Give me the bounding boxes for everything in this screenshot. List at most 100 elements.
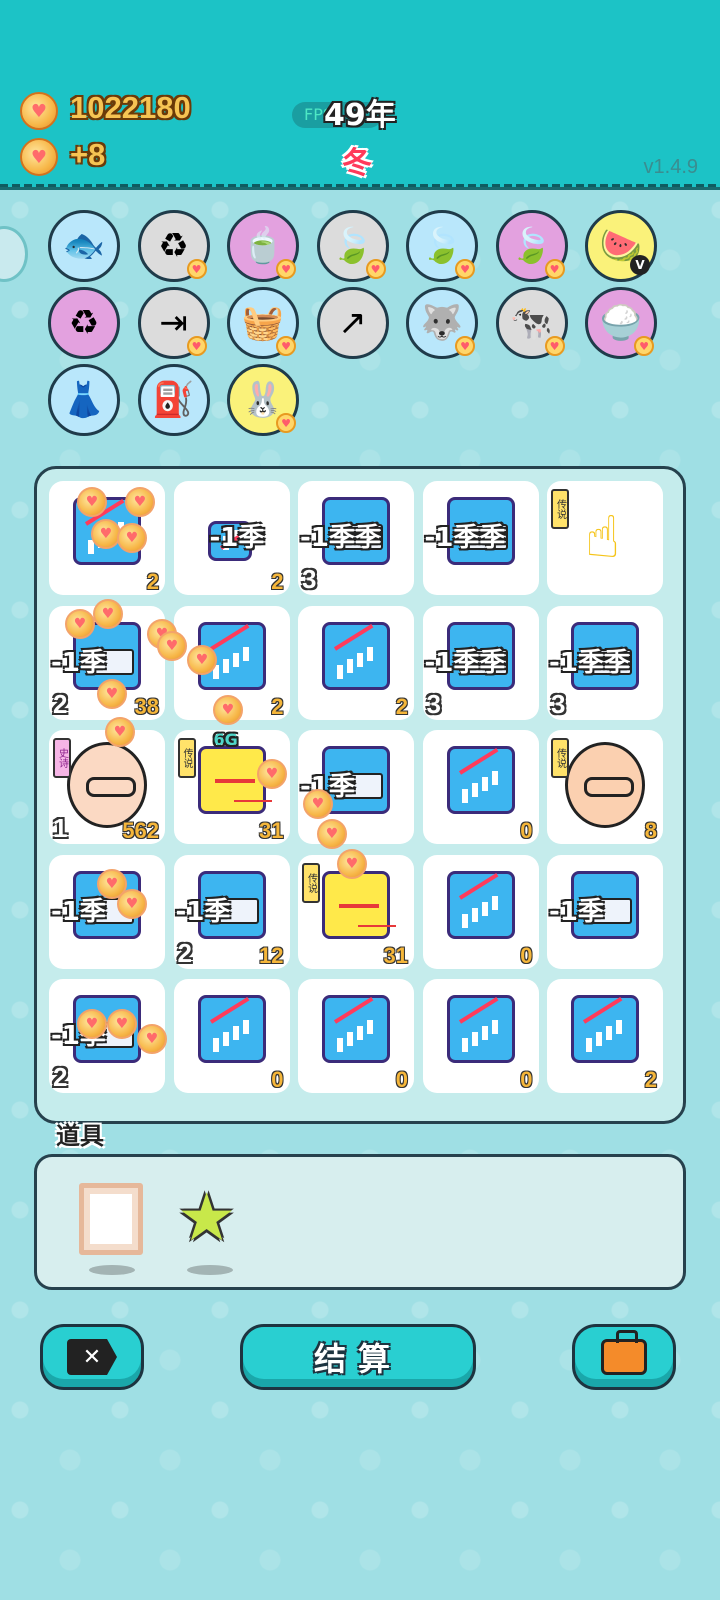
floating-effect-text: -1季 xyxy=(209,523,265,553)
husky-icon[interactable]: 🐺 ♥ xyxy=(406,287,478,359)
header-divider xyxy=(0,184,720,187)
flying-coin-icon: ♥ xyxy=(157,631,187,661)
coin-icon: ♥ xyxy=(20,92,58,130)
flying-coin-icon: ♥ xyxy=(65,609,95,639)
year-label: 49年 xyxy=(324,98,396,133)
flying-coin-icon: ♥ xyxy=(77,1009,107,1039)
flying-coin-icon: ♥ xyxy=(337,849,367,879)
slot-value: 0 xyxy=(520,942,533,968)
pump-icon[interactable]: ⛽ xyxy=(137,364,210,436)
fruit-basket-icon[interactable]: 🍉 V xyxy=(585,210,657,282)
board-slot[interactable]: 0 xyxy=(298,979,414,1093)
flying-coin-icon: ♥ xyxy=(117,889,147,919)
flying-coin-icon: ♥ xyxy=(137,1024,167,1054)
board-slot[interactable]: 0 xyxy=(173,979,290,1093)
flying-coin-icon: ♥ xyxy=(77,487,107,517)
slot-value: 562 xyxy=(122,818,159,843)
slot-value: 0 xyxy=(520,1067,533,1092)
rice-bowl-icon[interactable]: 🍚 ♥ xyxy=(585,287,657,359)
cow-icon[interactable]: 🐄 ♥ xyxy=(495,287,568,359)
board-slot[interactable]: -1季季 3 xyxy=(298,481,414,595)
board-slot[interactable]: 2 xyxy=(547,979,663,1093)
star-item-icon[interactable]: ★ xyxy=(177,1185,236,1251)
growth-chart-icon xyxy=(446,995,515,1063)
board-slot[interactable]: -1季季 3 xyxy=(422,605,539,720)
slot-value: 31 xyxy=(259,818,284,843)
slot-counter: 2 xyxy=(53,688,68,719)
growth-chart-icon xyxy=(322,621,390,690)
board-slot[interactable]: -1季 2 xyxy=(173,481,290,595)
tea-pot-icon[interactable]: 🍵 ♥ xyxy=(227,210,299,282)
skip-icon[interactable]: ⇥ ♥ xyxy=(137,287,210,359)
slot-value: 2 xyxy=(271,693,284,719)
leaf-icon[interactable]: 🍃 ♥ xyxy=(316,210,389,282)
board-slot[interactable]: -1季季 3 xyxy=(547,605,663,720)
flying-coin-icon: ♥ xyxy=(125,487,155,517)
coin-badge-icon: ♥ xyxy=(276,413,296,433)
apple-basket-icon[interactable]: 🧺 ♥ xyxy=(227,287,299,359)
slot-value: 2 xyxy=(644,1067,657,1092)
slot-counter: 2 xyxy=(177,937,192,968)
flying-coin-icon: ♥ xyxy=(93,599,123,629)
board-slot[interactable]: -1季 xyxy=(547,854,663,969)
board-slot[interactable]: -1季 12 2 xyxy=(173,854,290,969)
leaf-icon[interactable]: 🍃 ♥ xyxy=(406,210,478,282)
board-slot[interactable]: 传说 8 xyxy=(547,730,663,844)
floating-effect-text: -1季 xyxy=(51,647,106,678)
rarity-tag: 传说 xyxy=(551,489,569,529)
growth-chart-icon xyxy=(446,746,515,814)
settle-button[interactable]: 结算 xyxy=(240,1324,476,1390)
slot-value: 31 xyxy=(383,942,408,968)
flying-coin-icon: ♥ xyxy=(107,1009,137,1039)
slot-value: 38 xyxy=(134,693,159,719)
items-panel: ★ xyxy=(34,1154,686,1290)
flying-coin-icon: ♥ xyxy=(213,695,243,725)
floating-effect-text: -1季 xyxy=(175,896,231,927)
board-slot[interactable]: 0 xyxy=(422,854,539,969)
flying-coin-icon: ♥ xyxy=(117,523,147,553)
coin-badge-icon: ♥ xyxy=(365,259,386,279)
money-amount: 1022180 xyxy=(70,90,191,125)
slot-value: 0 xyxy=(520,818,533,843)
board-slot[interactable]: 0 xyxy=(422,979,539,1093)
bald-man-face-icon xyxy=(565,742,645,828)
item-shadow xyxy=(89,1265,135,1275)
frame-item-icon[interactable] xyxy=(79,1183,143,1255)
flying-coin-icon: ♥ xyxy=(257,759,287,789)
coin-badge-icon: ♥ xyxy=(455,259,475,279)
slot-value: 2 xyxy=(146,569,159,594)
board-slot[interactable]: -1季季 xyxy=(422,481,539,595)
coin-badge-icon: ♥ xyxy=(455,336,475,356)
board-slot[interactable]: 0 xyxy=(422,730,539,844)
arrow-box-icon[interactable]: ↗ xyxy=(316,287,389,359)
exit-button[interactable]: ✕ xyxy=(40,1324,144,1390)
balance-scale-icon xyxy=(322,870,390,939)
board-slot[interactable]: -1季 xyxy=(298,730,414,844)
slot-value: 2 xyxy=(395,693,408,719)
inventory-button[interactable] xyxy=(572,1324,676,1390)
income-amount: +8 xyxy=(70,137,106,172)
flying-coin-icon: ♥ xyxy=(317,819,347,849)
slot-counter: 2 xyxy=(53,1062,68,1092)
leaf-icon[interactable]: 🍃 ♥ xyxy=(495,210,568,282)
coin-badge-icon: ♥ xyxy=(186,336,207,356)
floating-effect-text: -1季季 xyxy=(549,647,630,678)
coin-badge-icon: ♥ xyxy=(634,336,654,356)
board-slot[interactable]: 史诗 562 1 xyxy=(49,730,165,844)
recycle-icon[interactable]: ♻ xyxy=(48,287,120,359)
rarity-tag: 史诗 xyxy=(53,738,71,778)
growth-chart-icon xyxy=(571,995,639,1063)
board-slot[interactable]: 2 xyxy=(298,605,414,720)
skirt-icon[interactable]: 👗 xyxy=(48,364,120,436)
old-man-face-icon xyxy=(67,742,147,828)
balance-scale-icon xyxy=(197,746,266,814)
fish-tank-icon[interactable]: 🐟 xyxy=(48,210,120,282)
settle-button-label: 结算 xyxy=(313,1340,402,1378)
pointing-hand-icon: ☝ xyxy=(585,503,621,571)
rabbit-icon[interactable]: 🐰 ♥ xyxy=(227,364,299,436)
flying-coin-icon: ♥ xyxy=(97,679,127,709)
slot-board: 2 -1季 2 -1季季 3 -1季季 ☝ 传说 -1季 38 2 2 2 -1季季 3 -1季季 3 史诗 562… xyxy=(34,466,686,1124)
board-slot[interactable]: ☝ 传说 xyxy=(547,481,663,595)
coin-badge-icon: ♥ xyxy=(544,336,565,356)
refresh-icon[interactable]: ♻ ♥ xyxy=(137,210,210,282)
